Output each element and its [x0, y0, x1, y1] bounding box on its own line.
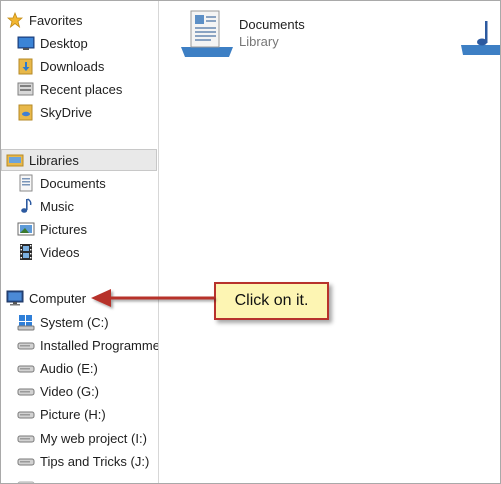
nav-lib-documents-label: Documents: [40, 175, 106, 191]
nav-lib-music[interactable]: Music: [17, 195, 74, 217]
recent-places-icon: [17, 80, 35, 98]
nav-favorites-label: Favorites: [29, 12, 83, 28]
annotation-callout: Click on it.: [214, 282, 329, 320]
nav-lib-documents[interactable]: Documents: [17, 172, 106, 194]
music-library-icon[interactable]: [459, 17, 500, 57]
nav-drive-e[interactable]: Audio (E:): [17, 357, 98, 379]
nav-drive-j-label: Tips and Tricks (J:): [40, 453, 150, 469]
nav-drive-j[interactable]: Tips and Tricks (J:): [17, 450, 149, 472]
nav-recent-places-label: Recent places: [40, 81, 123, 97]
nav-drive-c[interactable]: System (C:): [17, 311, 109, 333]
hard-drive-icon: [17, 359, 35, 377]
nav-downloads[interactable]: Downloads: [17, 55, 104, 77]
nav-desktop-label: Desktop: [40, 35, 88, 51]
hard-drive-icon: [17, 405, 35, 423]
desktop-icon: [17, 34, 35, 52]
nav-drive-c-label: System (C:): [40, 314, 109, 330]
star-icon: [6, 11, 24, 29]
nav-drive-i-label: My web project (I:): [40, 430, 147, 446]
hard-drive-icon: [17, 429, 35, 447]
library-tile-name: Documents: [239, 17, 305, 32]
nav-favorites[interactable]: Favorites: [6, 9, 82, 31]
nav-computer[interactable]: Computer: [6, 287, 86, 309]
nav-drive-h[interactable]: Picture (H:): [17, 403, 106, 425]
library-documents-tile[interactable]: Documents Library: [177, 9, 377, 61]
music-note-icon: [17, 197, 35, 215]
libraries-folder-icon: [6, 151, 24, 169]
navigation-pane: Favorites Desktop Downloads Recent place…: [1, 1, 159, 483]
nav-recent-places[interactable]: Recent places: [17, 78, 122, 100]
nav-downloads-label: Downloads: [40, 58, 105, 74]
content-pane: Documents Library: [159, 1, 500, 483]
nav-lib-videos-label: Videos: [40, 244, 80, 260]
nav-lib-videos[interactable]: Videos: [17, 241, 80, 263]
nav-drive-e-label: Audio (E:): [40, 360, 98, 376]
hard-drive-icon: [17, 475, 35, 483]
nav-drive-d[interactable]: Installed Programme: [17, 334, 159, 356]
pictures-icon: [17, 220, 35, 238]
nav-drive-cutoff[interactable]: [17, 473, 40, 483]
nav-libraries-label: Libraries: [29, 152, 79, 168]
nav-lib-pictures-label: Pictures: [40, 221, 87, 237]
downloads-folder-icon: [17, 57, 35, 75]
library-tile-type: Library: [239, 34, 279, 49]
hard-drive-icon: [17, 382, 35, 400]
nav-drive-i[interactable]: My web project (I:): [17, 427, 147, 449]
nav-skydrive-label: SkyDrive: [40, 104, 93, 120]
nav-lib-pictures[interactable]: Pictures: [17, 218, 87, 240]
nav-desktop[interactable]: Desktop: [17, 32, 88, 54]
nav-libraries[interactable]: Libraries: [6, 149, 79, 171]
nav-lib-music-label: Music: [40, 198, 74, 214]
documents-icon: [17, 174, 35, 192]
explorer-window: Favorites Desktop Downloads Recent place…: [0, 0, 501, 484]
annotation-text: Click on it.: [234, 292, 309, 309]
videos-film-icon: [17, 243, 35, 261]
nav-computer-label: Computer: [29, 290, 87, 306]
nav-skydrive[interactable]: SkyDrive: [17, 101, 92, 123]
nav-drive-g-label: Video (G:): [40, 383, 100, 399]
skydrive-folder-icon: [17, 103, 35, 121]
nav-drive-h-label: Picture (H:): [40, 406, 106, 422]
windows-system-drive-icon: [17, 313, 35, 331]
hard-drive-icon: [17, 452, 35, 470]
documents-library-icon: [177, 9, 237, 59]
nav-drive-d-label: Installed Programme: [40, 337, 159, 353]
nav-drive-g[interactable]: Video (G:): [17, 380, 99, 402]
computer-monitor-icon: [6, 289, 24, 307]
hard-drive-icon: [17, 336, 35, 354]
